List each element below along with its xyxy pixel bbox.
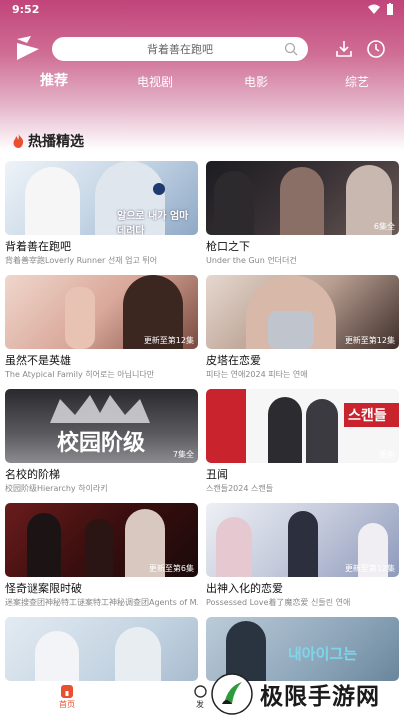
video-card-6[interactable]: 更新至第6集 怪奇谜案限时破 迷案搜查团神秘特工谜案特工神秘调查团Agents … — [5, 503, 198, 608]
episode-badge-2: 更新至第12集 — [143, 336, 194, 345]
card-subtitle-2: The Atypical Family 히어로는 아닙니다만 — [5, 370, 155, 379]
nav-home-label: 首页 — [59, 700, 75, 709]
card-title-2: 虽然不是英雄 — [5, 354, 71, 367]
card-subtitle-1: Under the Gun 언더더건 — [206, 256, 297, 265]
thumbnail-overlay-text-4: 校园阶级 — [57, 431, 146, 456]
watermark-text: 极限手游网 — [260, 684, 380, 710]
watermark-logo-icon — [211, 673, 253, 715]
episode-badge-6: 更新至第6集 — [148, 564, 194, 573]
card-title-0: 背着善在跑吧 — [5, 240, 71, 253]
fire-icon — [13, 134, 24, 148]
status-bar: 9:52 — [0, 0, 404, 18]
section-title: 热播精选 — [28, 134, 84, 150]
search-placeholder: 背着善在跑吧 — [147, 43, 213, 56]
card-subtitle-4: 校园阶级Hierarchy 하이라키 — [5, 484, 108, 493]
video-card-8[interactable] — [5, 617, 198, 681]
watermark: 极限手游网 — [210, 668, 404, 720]
video-card-5[interactable]: 스캔들 更新 丑闻 스캔들2024 스캔들 — [206, 389, 399, 494]
card-subtitle-7: Possessed Love着了魔恋爱 신들린 연애 — [206, 598, 351, 607]
card-subtitle-6: 迷案搜查团神秘特工谜案特工神秘调查团Agents of M... — [5, 598, 198, 607]
video-thumbnail-0: 알으로 내가 엄마 데려다 — [5, 161, 198, 235]
thumbnail-overlay-text-0: 알으로 내가 엄마 데려다 — [117, 211, 189, 235]
crown-graphic — [50, 395, 150, 423]
search-bar[interactable]: 背着善在跑吧 — [52, 37, 308, 61]
status-time: 9:52 — [12, 3, 40, 16]
video-thumbnail-6: 更新至第6集 — [5, 503, 198, 577]
video-card-4[interactable]: 校园阶级 7集全 名校的阶梯 校园阶级Hierarchy 하이라키 — [5, 389, 198, 494]
download-icon[interactable] — [333, 38, 355, 60]
video-card-1[interactable]: 6集全 枪口之下 Under the Gun 언더더건 — [206, 161, 399, 266]
app-logo-icon[interactable] — [13, 33, 43, 63]
search-icon[interactable] — [284, 42, 298, 56]
video-thumbnail-3: 更新至第12集 — [206, 275, 399, 349]
card-title-4: 名校的阶梯 — [5, 468, 60, 481]
thumbnail-overlay-text-9: 내아이그는 — [288, 645, 358, 663]
thumbnail-overlay-text-5: 스캔들 — [348, 408, 387, 424]
video-thumbnail-7: 更新至第12集 — [206, 503, 399, 577]
status-icons — [368, 3, 394, 15]
video-thumbnail-5: 스캔들 更新 — [206, 389, 399, 463]
nav-discover-label: 发 — [196, 700, 204, 709]
history-icon[interactable] — [365, 38, 387, 60]
section-header: 热播精选 — [13, 131, 84, 151]
card-title-5: 丑闻 — [206, 468, 228, 481]
card-title-6: 怪奇谜案限时破 — [5, 582, 82, 595]
card-title-3: 皮塔在恋爱 — [206, 354, 261, 367]
episode-badge-1: 6集全 — [373, 222, 395, 231]
video-thumbnail-2: 更新至第12集 — [5, 275, 198, 349]
video-card-7[interactable]: 更新至第12集 出神入化的恋爱 Possessed Love着了魔恋爱 신들린 … — [206, 503, 399, 608]
episode-badge-5: 更新 — [379, 450, 395, 459]
video-card-0[interactable]: 알으로 내가 엄마 데려다 背着善在跑吧 背着善宰跑Loverly Runner… — [5, 161, 198, 266]
nav-home[interactable]: 首页 — [47, 685, 87, 710]
video-card-2[interactable]: 更新至第12集 虽然不是英雄 The Atypical Family 히어로는 … — [5, 275, 198, 380]
tab-recommend[interactable]: 推荐 — [24, 70, 84, 90]
card-title-7: 出神入化的恋爱 — [206, 582, 283, 595]
battery-icon — [387, 3, 393, 15]
video-card-3[interactable]: 更新至第12集 皮塔在恋爱 피타는 연애2024 피타는 연애 — [206, 275, 399, 380]
tab-movies[interactable]: 电影 — [226, 73, 286, 90]
video-thumbnail-1: 6集全 — [206, 161, 399, 235]
card-subtitle-5: 스캔들2024 스캔들 — [206, 484, 274, 493]
card-subtitle-0: 背着善宰跑Loverly Runner 선재 업고 튀어 — [5, 256, 158, 265]
episode-badge-7: 更新至第12集 — [344, 564, 395, 573]
wifi-icon — [368, 4, 380, 14]
video-thumbnail-8 — [5, 617, 198, 681]
home-icon — [61, 685, 73, 698]
tab-tv-series[interactable]: 电视剧 — [125, 73, 185, 90]
episode-badge-3: 更新至第12集 — [344, 336, 395, 345]
tab-variety[interactable]: 综艺 — [327, 73, 387, 90]
category-tabs: 推荐 电视剧 电影 综艺 — [0, 70, 404, 96]
episode-badge-4: 7集全 — [172, 450, 194, 459]
discover-icon — [193, 685, 207, 698]
video-thumbnail-4: 校园阶级 7集全 — [5, 389, 198, 463]
card-subtitle-3: 피타는 연애2024 피타는 연애 — [206, 370, 308, 379]
card-title-1: 枪口之下 — [206, 240, 250, 253]
